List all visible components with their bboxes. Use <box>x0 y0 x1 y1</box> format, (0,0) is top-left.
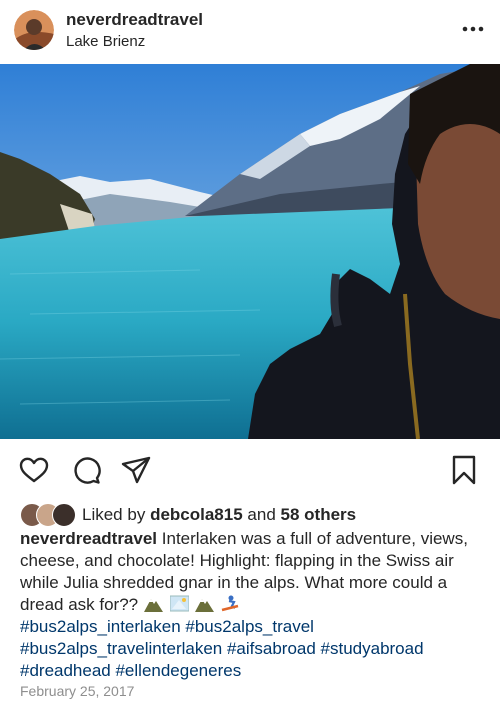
action-bar <box>0 450 500 492</box>
post-header: neverdreadtravel Lake Brienz <box>0 0 500 62</box>
caption-username[interactable]: neverdreadtravel <box>20 529 157 548</box>
avatar <box>52 503 76 527</box>
liked-prefix: Liked by <box>82 505 146 524</box>
mountain-emoji <box>195 595 215 612</box>
post-date: February 25, 2017 <box>20 683 135 699</box>
likes-summary: Liked by debcola815 and 58 others <box>20 503 490 527</box>
post-username[interactable]: neverdreadtravel <box>66 10 203 30</box>
post-photo[interactable] <box>0 64 500 439</box>
liker-avatars[interactable] <box>20 503 80 527</box>
liked-by-text: Liked by debcola815 and 58 others <box>82 505 356 525</box>
snowboarder-emoji <box>221 595 240 612</box>
liked-user[interactable]: debcola815 <box>150 505 243 524</box>
liked-middle: and <box>247 505 276 524</box>
heart-icon[interactable] <box>18 454 50 486</box>
comment-icon[interactable] <box>70 454 102 486</box>
bookmark-icon[interactable] <box>448 454 480 486</box>
more-icon[interactable] <box>458 14 488 44</box>
mountain-emoji <box>143 595 163 612</box>
caption-hashtags[interactable]: #bus2alps_interlaken #bus2alps_travel #b… <box>20 617 424 680</box>
landscape-emoji <box>169 595 190 612</box>
share-icon[interactable] <box>120 454 152 486</box>
post-caption: neverdreadtravel Interlaken was a full o… <box>20 528 485 682</box>
post-location[interactable]: Lake Brienz <box>66 33 145 50</box>
avatar[interactable] <box>14 10 54 50</box>
liked-others[interactable]: 58 others <box>281 505 357 524</box>
